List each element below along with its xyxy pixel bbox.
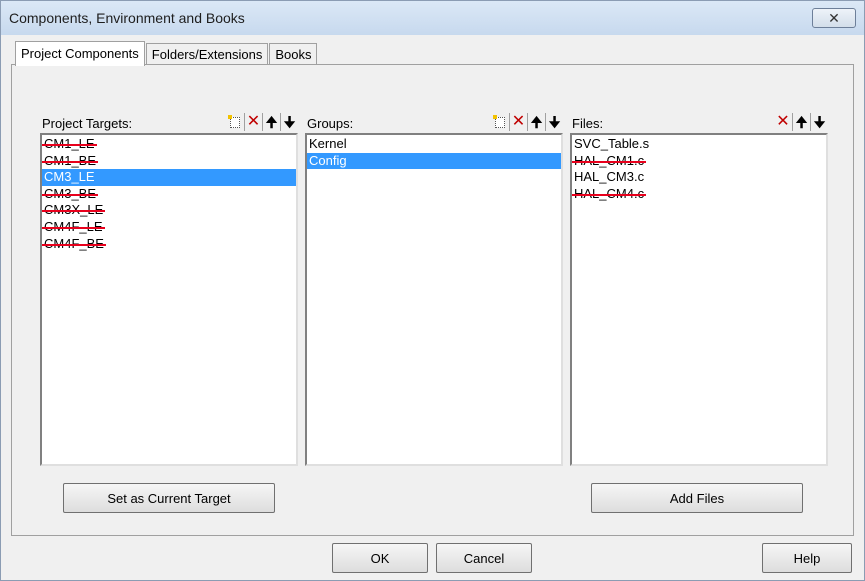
title-bar[interactable]: Components, Environment and Books ✕	[1, 1, 864, 35]
move-up-icon: 🠉	[265, 114, 278, 130]
list-item-label: CM1_LE	[42, 136, 97, 151]
list-item-label: SVC_Table.s	[574, 136, 650, 151]
list-item-label: HAL_CM3.c	[574, 169, 645, 185]
list-item[interactable]: CM3_BE	[42, 186, 296, 203]
groups-label: Groups:	[307, 116, 354, 131]
project-targets-header: Project Targets: ✕ 🠉 🠋	[40, 113, 298, 133]
move-up-icon: 🠉	[530, 114, 543, 130]
list-item[interactable]: CM3X_LE	[42, 202, 296, 219]
list-item[interactable]: CM1_LE	[42, 136, 296, 153]
move-file-up-button[interactable]: 🠉	[792, 113, 810, 131]
groups-toolbar: ✕ 🠉 🠋	[491, 113, 563, 131]
list-item-label: CM3X_LE	[42, 202, 106, 218]
list-item[interactable]: CM3_LE	[42, 169, 296, 186]
dialog-window: Components, Environment and Books ✕ Proj…	[0, 0, 865, 581]
tab-folders-extensions[interactable]: Folders/Extensions	[145, 43, 269, 65]
ok-button[interactable]: OK	[332, 543, 428, 573]
tab-strip: Project Components Folders/Extensions Bo…	[15, 41, 318, 66]
list-item-label: CM3_LE	[44, 169, 95, 185]
list-item[interactable]: CM4F_LE	[42, 219, 296, 236]
delete-icon: ✕	[776, 113, 790, 130]
cancel-button[interactable]: Cancel	[436, 543, 532, 573]
tab-books[interactable]: Books	[269, 43, 318, 65]
list-item[interactable]: Kernel	[307, 136, 561, 153]
tab-project-components[interactable]: Project Components	[15, 41, 145, 66]
list-item[interactable]: HAL_CM3.c	[572, 169, 826, 186]
add-files-button[interactable]: Add Files	[591, 483, 803, 513]
move-down-icon: 🠋	[283, 114, 296, 130]
groups-header: Groups: ✕ 🠉 🠋	[305, 113, 563, 133]
list-item[interactable]: SVC_Table.s	[572, 136, 826, 153]
new-icon	[228, 114, 240, 128]
list-item[interactable]: HAL_CM1.c	[572, 153, 826, 170]
new-target-button[interactable]	[226, 113, 244, 131]
move-target-down-button[interactable]: 🠋	[280, 113, 298, 131]
help-button[interactable]: Help	[762, 543, 852, 573]
list-item-label: CM4F_LE	[42, 218, 105, 234]
files-label: Files:	[572, 116, 604, 131]
list-item[interactable]: CM4F_BE	[42, 236, 296, 253]
new-group-button[interactable]	[491, 113, 509, 131]
files-list[interactable]: SVC_Table.s HAL_CM1.c HAL_CM3.c HAL_CM4.…	[570, 133, 828, 466]
list-item-label: Kernel	[309, 136, 347, 151]
list-item[interactable]: Config	[307, 152, 561, 170]
delete-icon: ✕	[511, 113, 526, 130]
files-header: Files: ✕ 🠉 🠋	[570, 113, 828, 133]
move-down-icon: 🠋	[548, 114, 561, 130]
tab-panel-project-components: Project Targets: ✕ 🠉 🠋 CM1_LE CM1_BE CM3…	[11, 64, 854, 536]
list-item-label: HAL_CM1.c	[572, 152, 647, 168]
project-targets-toolbar: ✕ 🠉 🠋	[226, 113, 298, 131]
window-title: Components, Environment and Books	[9, 10, 245, 26]
files-pane: Files: ✕ 🠉 🠋 SVC_Table.s HAL_CM1.c HAL_C…	[570, 113, 828, 466]
project-targets-pane: Project Targets: ✕ 🠉 🠋 CM1_LE CM1_BE CM3…	[40, 113, 298, 466]
groups-list[interactable]: Kernel Config	[305, 133, 563, 466]
delete-group-button[interactable]: ✕	[509, 113, 527, 131]
move-up-icon: 🠉	[795, 114, 808, 130]
list-item-label: CM4F_BE	[42, 235, 106, 251]
project-targets-label: Project Targets:	[42, 116, 133, 131]
list-item-label: CM1_BE	[42, 152, 99, 168]
delete-file-button[interactable]: ✕	[774, 113, 792, 131]
dialog-client-area: Project Components Folders/Extensions Bo…	[7, 35, 858, 576]
move-group-up-button[interactable]: 🠉	[527, 113, 545, 131]
delete-target-button[interactable]: ✕	[244, 113, 262, 131]
new-icon	[493, 114, 505, 128]
files-toolbar: ✕ 🠉 🠋	[774, 113, 828, 131]
set-as-current-target-button[interactable]: Set as Current Target	[63, 483, 275, 513]
list-item-label: HAL_CM4.c	[572, 185, 647, 201]
move-file-down-button[interactable]: 🠋	[810, 113, 828, 131]
list-item[interactable]: CM1_BE	[42, 153, 296, 170]
project-targets-list[interactable]: CM1_LE CM1_BE CM3_LE CM3_BE CM3X_LE CM4F…	[40, 133, 298, 466]
move-group-down-button[interactable]: 🠋	[545, 113, 563, 131]
move-target-up-button[interactable]: 🠉	[262, 113, 280, 131]
delete-icon: ✕	[246, 113, 261, 130]
close-icon: ✕	[828, 9, 840, 26]
move-down-icon: 🠋	[813, 114, 826, 130]
list-item[interactable]: HAL_CM4.c	[572, 186, 826, 203]
list-item-label: CM3_BE	[42, 185, 99, 201]
list-item-label: Config	[309, 152, 347, 168]
close-button[interactable]: ✕	[812, 8, 856, 28]
groups-pane: Groups: ✕ 🠉 🠋 Kernel Config	[305, 113, 563, 466]
